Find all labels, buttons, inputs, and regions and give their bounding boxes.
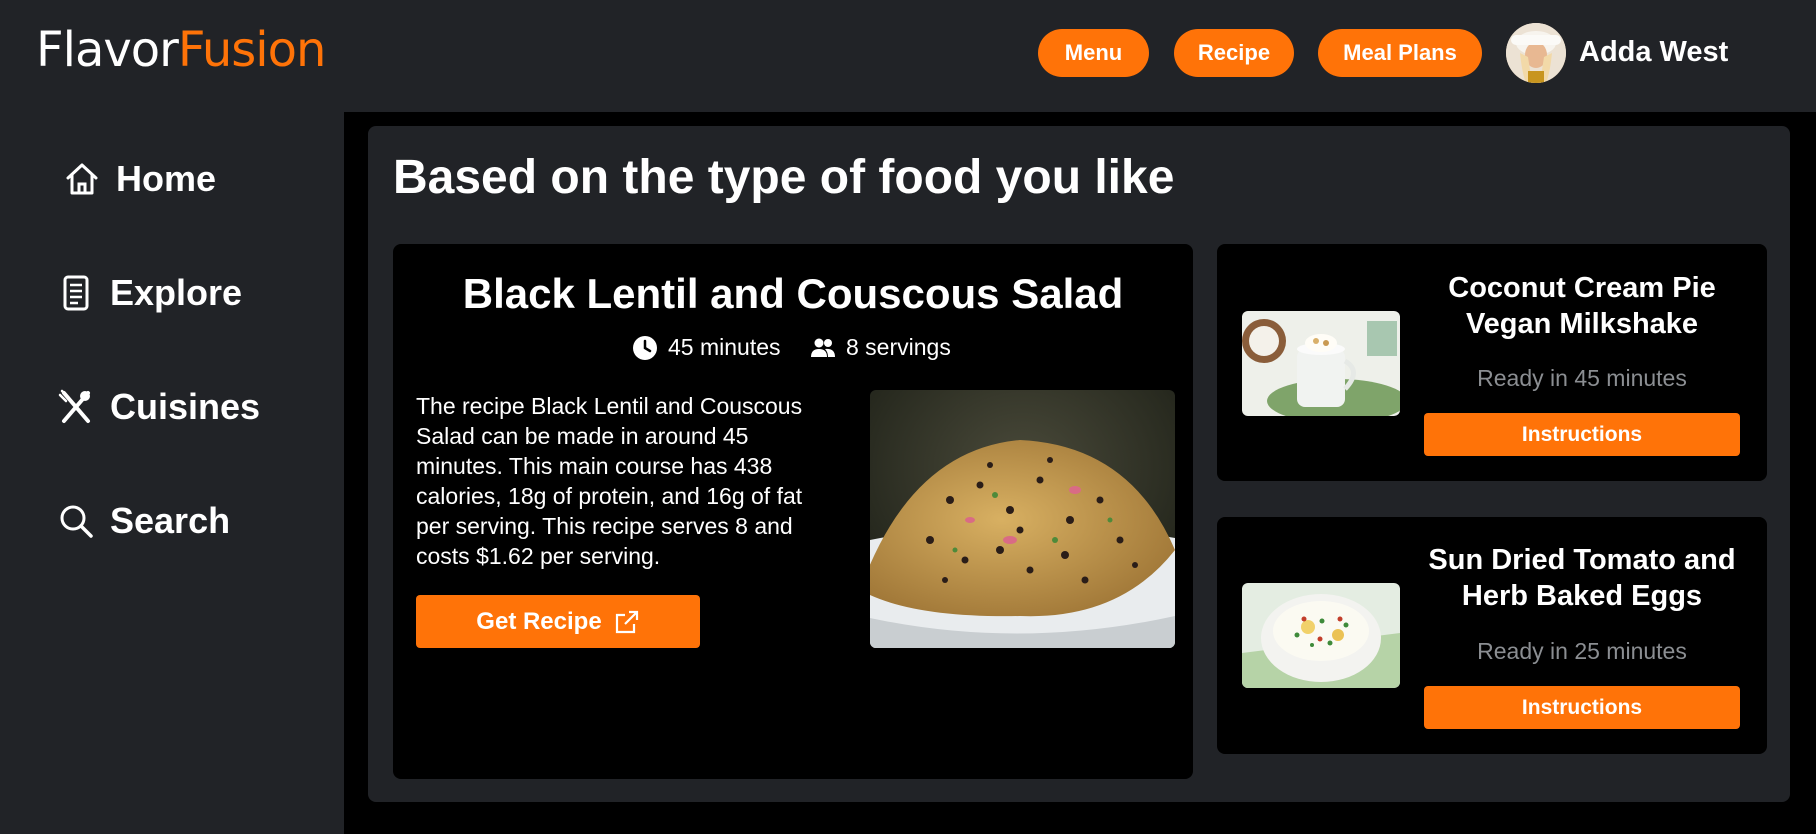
sidebar-item-label: Explore: [110, 272, 243, 313]
avatar[interactable]: [1506, 23, 1566, 83]
recipe-servings-label: 8 servings: [846, 334, 951, 360]
nav-meal-plans-button[interactable]: Meal Plans: [1318, 29, 1482, 77]
recipe-description: The recipe Black Lentil and Couscous Sal…: [416, 393, 803, 569]
document-icon: [63, 275, 89, 311]
sidebar-item-cuisines[interactable]: Cuisines: [56, 386, 260, 428]
search-icon: [60, 505, 93, 538]
utensils-icon: [58, 389, 90, 423]
home-icon: [66, 163, 98, 195]
suggestion-image: [1242, 583, 1400, 688]
brand-name-part1: Flavor: [36, 22, 179, 78]
sidebar-item-explore[interactable]: Explore: [56, 272, 242, 314]
page-title: Based on the type of food you like: [393, 151, 1175, 204]
suggestion-image: [1242, 311, 1400, 416]
user-name[interactable]: Adda West: [1579, 36, 1728, 69]
sidebar: [0, 112, 344, 834]
sidebar-item-label: Home: [116, 158, 217, 199]
instructions-button[interactable]: Instructions: [1424, 686, 1740, 729]
user-avatar-icon: [1506, 23, 1566, 83]
sidebar-item-home[interactable]: Home: [62, 158, 216, 200]
get-recipe-label: Get Recipe: [476, 607, 602, 635]
external-link-icon: [615, 610, 638, 633]
sidebar-item-search[interactable]: Search: [56, 500, 230, 542]
people-icon: [811, 338, 835, 357]
brand-name-part2: Fusion: [177, 22, 327, 78]
suggestion-title: Coconut Cream Pie Vegan Milkshake: [1448, 272, 1716, 340]
nav-recipe-button[interactable]: Recipe: [1174, 29, 1294, 77]
suggestion-ready-time: Ready in 25 minutes: [1477, 638, 1687, 664]
clock-icon: [633, 335, 657, 360]
sidebar-item-label: Cuisines: [110, 386, 261, 427]
instructions-button[interactable]: Instructions: [1424, 413, 1740, 456]
suggestion-title: Sun Dried Tomato and Herb Baked Eggs: [1428, 544, 1736, 612]
sidebar-item-label: Search: [110, 500, 231, 541]
suggestion-ready-time: Ready in 45 minutes: [1477, 365, 1687, 391]
recipe-servings: 8 servings: [810, 334, 951, 361]
featured-recipe-image: [870, 390, 1175, 648]
recipe-time-label: 45 minutes: [668, 334, 781, 360]
nav-menu-button[interactable]: Menu: [1038, 29, 1149, 77]
featured-recipe-title: Black Lentil and Couscous Salad: [462, 270, 1124, 317]
recipe-time: 45 minutes: [632, 334, 781, 361]
brand-logo[interactable]: FlavorFusion: [36, 22, 327, 78]
get-recipe-button[interactable]: Get Recipe: [416, 595, 700, 648]
